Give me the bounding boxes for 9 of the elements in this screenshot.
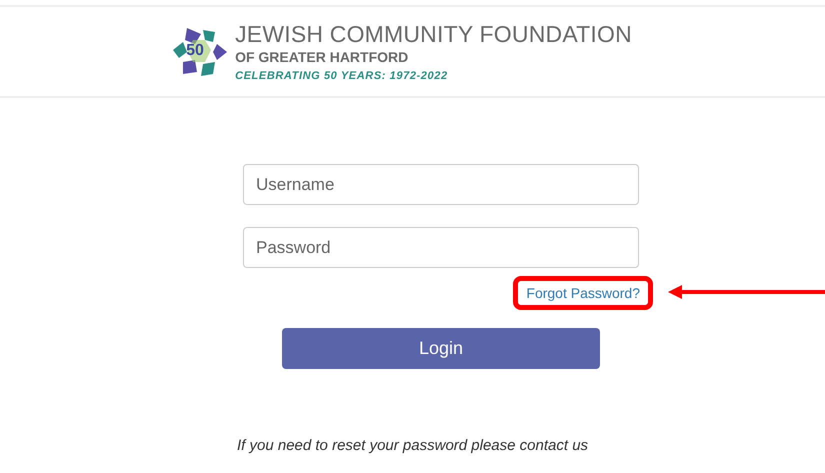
organization-name: JEWISH COMMUNITY FOUNDATION (235, 21, 632, 48)
forgot-password-link[interactable]: Forgot Password? (526, 285, 640, 301)
input-field[interactable]: Password (243, 227, 639, 268)
login-button[interactable]: Login (282, 328, 600, 369)
input-field[interactable]: Username (243, 164, 639, 205)
arrow-icon (668, 284, 825, 300)
organization-subtitle: OF GREATER HARTFORD (235, 49, 410, 65)
tagline: CELEBRATING 50 YEARS: 1972-2022 (235, 70, 449, 82)
reset-note: If you need to reset your password please contact us (237, 437, 590, 454)
